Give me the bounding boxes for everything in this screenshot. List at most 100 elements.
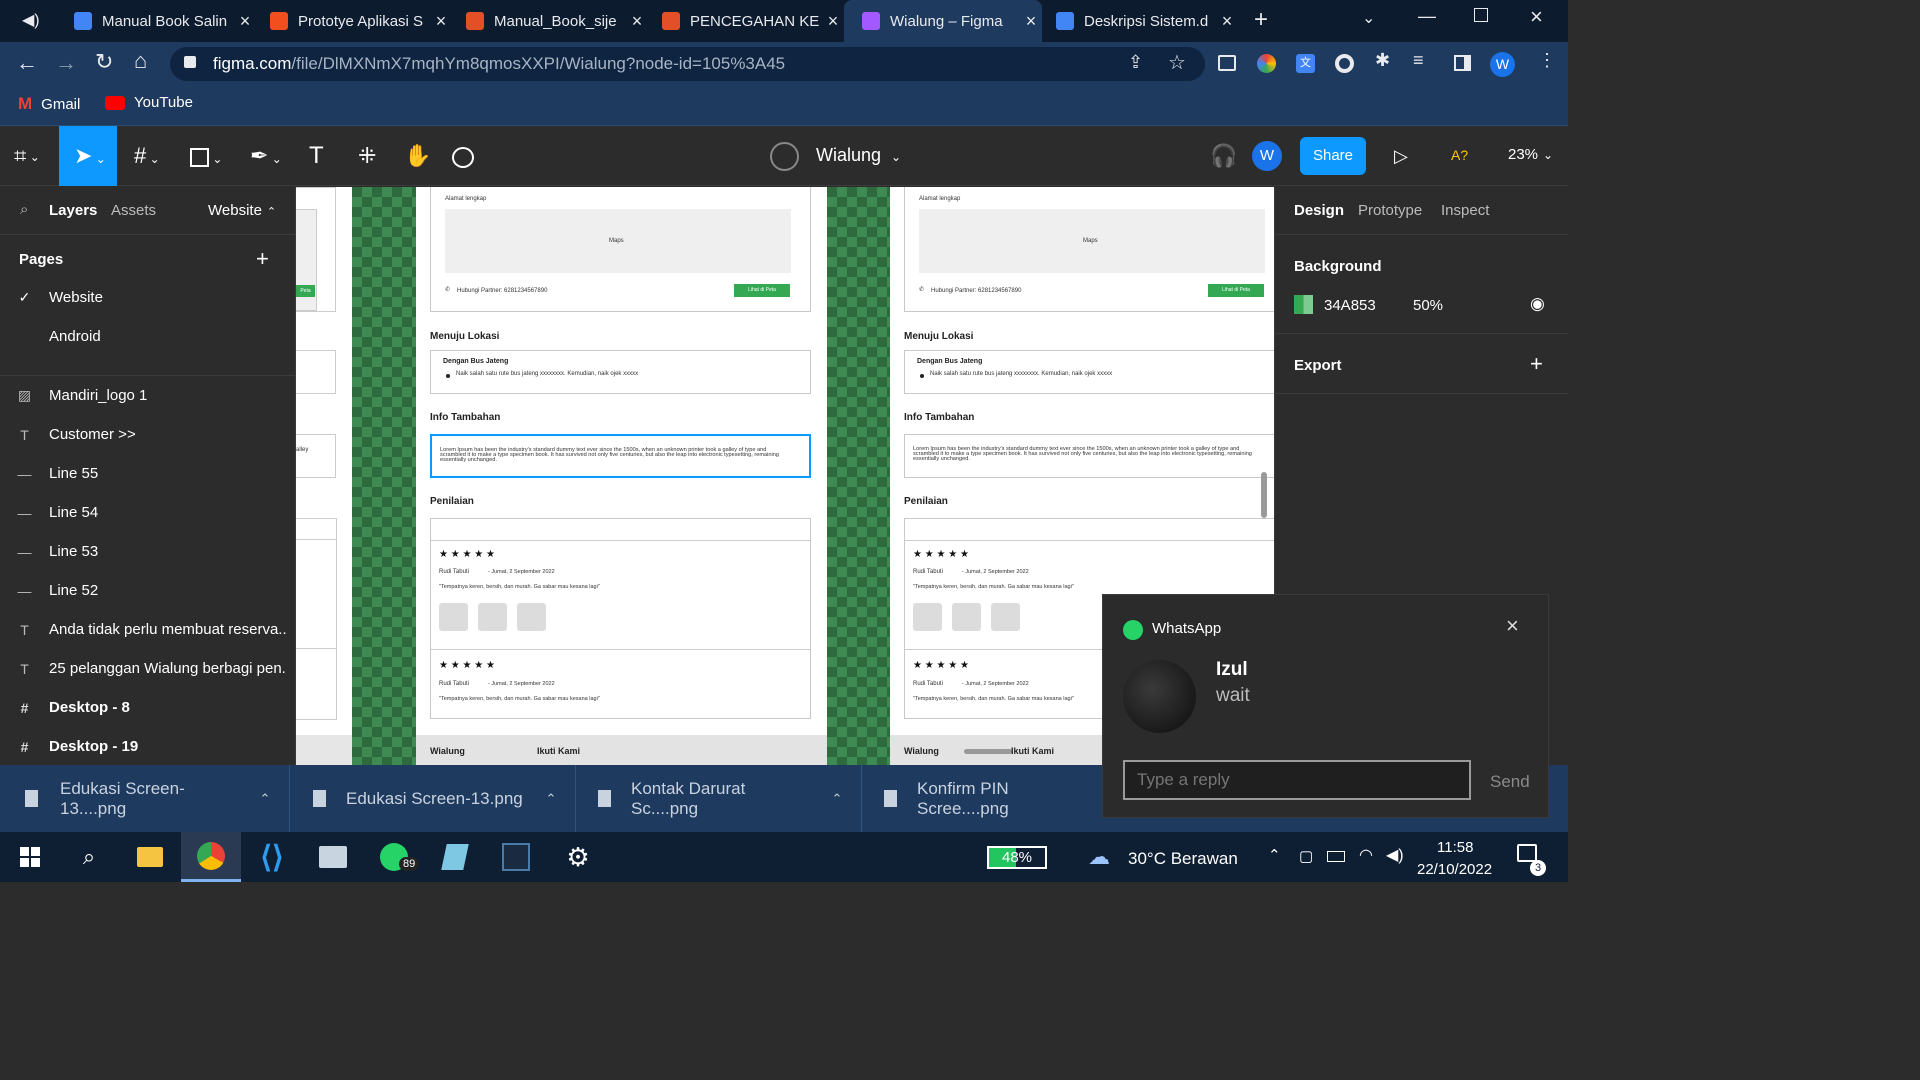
components-tool-icon[interactable]: ⁜ bbox=[358, 140, 376, 172]
weather-text[interactable]: 30°C Berawan bbox=[1128, 849, 1238, 869]
file-name[interactable]: Wialung ⌄ bbox=[816, 145, 901, 166]
close-icon[interactable]: × bbox=[234, 11, 256, 32]
cast-icon[interactable] bbox=[1218, 55, 1236, 71]
download-item[interactable]: Konfirm PIN Scree....png bbox=[862, 765, 1102, 832]
review-photo[interactable] bbox=[952, 603, 981, 631]
browser-tab[interactable]: PENCEGAHAN KE × bbox=[648, 0, 844, 42]
layer-item[interactable]: T Anda tidak perlu membuat reserva... bbox=[0, 610, 295, 649]
layer-item[interactable]: T 25 pelanggan Wialung berbagi pen... bbox=[0, 649, 295, 688]
profile-avatar[interactable]: W bbox=[1490, 52, 1515, 77]
chevron-up-icon[interactable]: ⌃ bbox=[527, 791, 575, 807]
add-page-icon[interactable]: + bbox=[256, 246, 269, 272]
address-card[interactable]: Alamat lengkap Maps ✆ Hubungi Partner: 6… bbox=[904, 187, 1274, 312]
download-item[interactable]: Kontak Darurat Sc....png ⌃ bbox=[576, 765, 862, 832]
battery-indicator[interactable]: 48% bbox=[987, 846, 1047, 869]
share-page-icon[interactable]: ⇪ bbox=[1128, 52, 1143, 73]
tab-search-icon[interactable]: ⌄ bbox=[1362, 8, 1375, 28]
app-icon[interactable] bbox=[425, 832, 485, 882]
chrome-extension-icon[interactable] bbox=[1335, 54, 1354, 73]
layer-item[interactable]: T Customer >> bbox=[0, 415, 295, 454]
tab-design[interactable]: Design bbox=[1294, 202, 1344, 219]
whatsapp-notification[interactable]: WhatsApp × Izul wait Send bbox=[1102, 594, 1549, 818]
eye-icon[interactable]: ◉ bbox=[1530, 294, 1545, 314]
color-swatch[interactable] bbox=[1294, 295, 1313, 314]
background-hex[interactable]: 34A853 bbox=[1324, 297, 1376, 314]
layer-item[interactable]: — Line 55 bbox=[0, 454, 295, 493]
page-item-android[interactable]: Android bbox=[0, 317, 295, 356]
map-button[interactable]: Peta bbox=[296, 285, 315, 297]
bookmark-star-icon[interactable]: ☆ bbox=[1168, 50, 1186, 75]
start-button[interactable] bbox=[0, 832, 60, 882]
send-button[interactable]: Send bbox=[1490, 772, 1530, 792]
device-icon[interactable]: ▢ bbox=[1299, 847, 1313, 865]
bookmark-youtube[interactable]: YouTube bbox=[105, 94, 193, 111]
minimize-icon[interactable]: — bbox=[1418, 6, 1436, 27]
address-card[interactable]: Alamat lengkap Maps ✆ Hubungi Partner: 6… bbox=[430, 187, 811, 312]
close-icon[interactable]: × bbox=[430, 11, 452, 32]
frame-desktop[interactable]: Alamat lengkap Maps ✆ Hubungi Partner: 6… bbox=[416, 187, 827, 765]
settings-icon[interactable]: ⚙ bbox=[548, 832, 608, 882]
review-photo[interactable] bbox=[439, 603, 468, 631]
layer-item[interactable]: # Desktop - 8 bbox=[0, 688, 295, 727]
review-photo[interactable] bbox=[478, 603, 507, 631]
chrome-icon[interactable] bbox=[181, 832, 241, 882]
reply-input[interactable] bbox=[1123, 760, 1471, 800]
tab-inspect[interactable]: Inspect bbox=[1441, 202, 1489, 219]
page-switcher[interactable]: Website ⌃ bbox=[208, 202, 276, 219]
weather-icon[interactable]: ☁ bbox=[1088, 844, 1110, 870]
translate-icon[interactable]: 文 bbox=[1296, 54, 1315, 73]
present-play-icon[interactable]: ▷ bbox=[1394, 140, 1408, 172]
close-icon[interactable]: × bbox=[1506, 613, 1519, 639]
bookmark-gmail[interactable]: M Gmail bbox=[18, 94, 80, 114]
close-icon[interactable]: × bbox=[626, 11, 648, 32]
browser-tab[interactable]: Prototye Aplikasi S × bbox=[256, 0, 452, 42]
volume-icon[interactable]: ◀) bbox=[1386, 845, 1404, 865]
user-avatar[interactable]: W bbox=[1252, 141, 1282, 171]
app-icon[interactable] bbox=[486, 832, 546, 882]
search-icon[interactable]: ⌕ bbox=[59, 832, 119, 882]
chevron-up-icon[interactable]: ⌃ bbox=[813, 791, 861, 807]
side-panel-icon[interactable] bbox=[1454, 55, 1471, 71]
zoom-level[interactable]: 23% ⌄ bbox=[1508, 146, 1553, 163]
wifi-icon[interactable]: ◠ bbox=[1359, 845, 1373, 865]
battery-icon[interactable] bbox=[1327, 851, 1345, 862]
audio-icon[interactable]: ◀) bbox=[22, 10, 40, 30]
review-photo[interactable] bbox=[913, 603, 942, 631]
review-photo[interactable] bbox=[991, 603, 1020, 631]
info-card[interactable]: Lorem Ipsum has been the industry's stan… bbox=[904, 434, 1274, 478]
audio-headphones-icon[interactable]: 🎧 bbox=[1210, 140, 1237, 172]
clock-date[interactable]: 22/10/2022 bbox=[1417, 861, 1492, 878]
text-tool-icon[interactable]: T bbox=[309, 140, 324, 172]
pen-tool-icon[interactable]: ✒ ⌄ bbox=[250, 140, 282, 172]
frame-partial-left[interactable]: Peta alley bbox=[296, 187, 352, 765]
tab-prototype[interactable]: Prototype bbox=[1358, 202, 1422, 219]
browser-tab[interactable]: Deskripsi Sistem.d × bbox=[1042, 0, 1238, 42]
app-icon[interactable] bbox=[303, 832, 363, 882]
vscode-icon[interactable]: ⟨⟩ bbox=[242, 832, 302, 882]
back-icon[interactable]: ← bbox=[16, 50, 38, 76]
new-tab-icon[interactable]: + bbox=[1254, 6, 1268, 34]
file-explorer-icon[interactable] bbox=[120, 832, 180, 882]
missing-fonts-button[interactable]: A? bbox=[1451, 147, 1468, 163]
clock-time[interactable]: 11:58 bbox=[1437, 839, 1473, 856]
comment-tool-icon[interactable] bbox=[452, 140, 474, 172]
route-card[interactable]: Dengan Bus Jateng Naik salah satu rute b… bbox=[430, 350, 811, 394]
extensions-icon[interactable]: ✱ bbox=[1375, 50, 1390, 71]
download-item[interactable]: Edukasi Screen-13....png ⌃ bbox=[0, 765, 290, 832]
figma-menu-icon[interactable]: ⌗ ⌄ bbox=[14, 140, 40, 172]
whatsapp-icon[interactable]: 89 bbox=[364, 832, 424, 882]
tab-layers[interactable]: Layers bbox=[49, 202, 97, 219]
close-icon[interactable]: × bbox=[1020, 11, 1042, 32]
map-placeholder[interactable]: Maps bbox=[919, 209, 1265, 273]
chevron-up-icon[interactable]: ⌃ bbox=[241, 791, 289, 807]
url-field[interactable]: figma.com/file/DlMXNmX7mqhYm8qmosXXPI/Wi… bbox=[170, 47, 1205, 81]
view-on-map-button[interactable]: Lihat di Peta bbox=[1208, 284, 1264, 297]
frame-tool-icon[interactable]: # ⌄ bbox=[134, 140, 160, 172]
layer-item[interactable]: — Line 53 bbox=[0, 532, 295, 571]
map-placeholder[interactable]: Maps bbox=[445, 209, 791, 273]
download-item[interactable]: Edukasi Screen-13.png ⌃ bbox=[290, 765, 576, 832]
page-item-website[interactable]: ✓ Website bbox=[0, 278, 295, 317]
notifications-icon[interactable] bbox=[1517, 844, 1537, 862]
search-icon[interactable]: ⌕ bbox=[20, 201, 28, 218]
close-window-icon[interactable]: × bbox=[1530, 4, 1543, 30]
